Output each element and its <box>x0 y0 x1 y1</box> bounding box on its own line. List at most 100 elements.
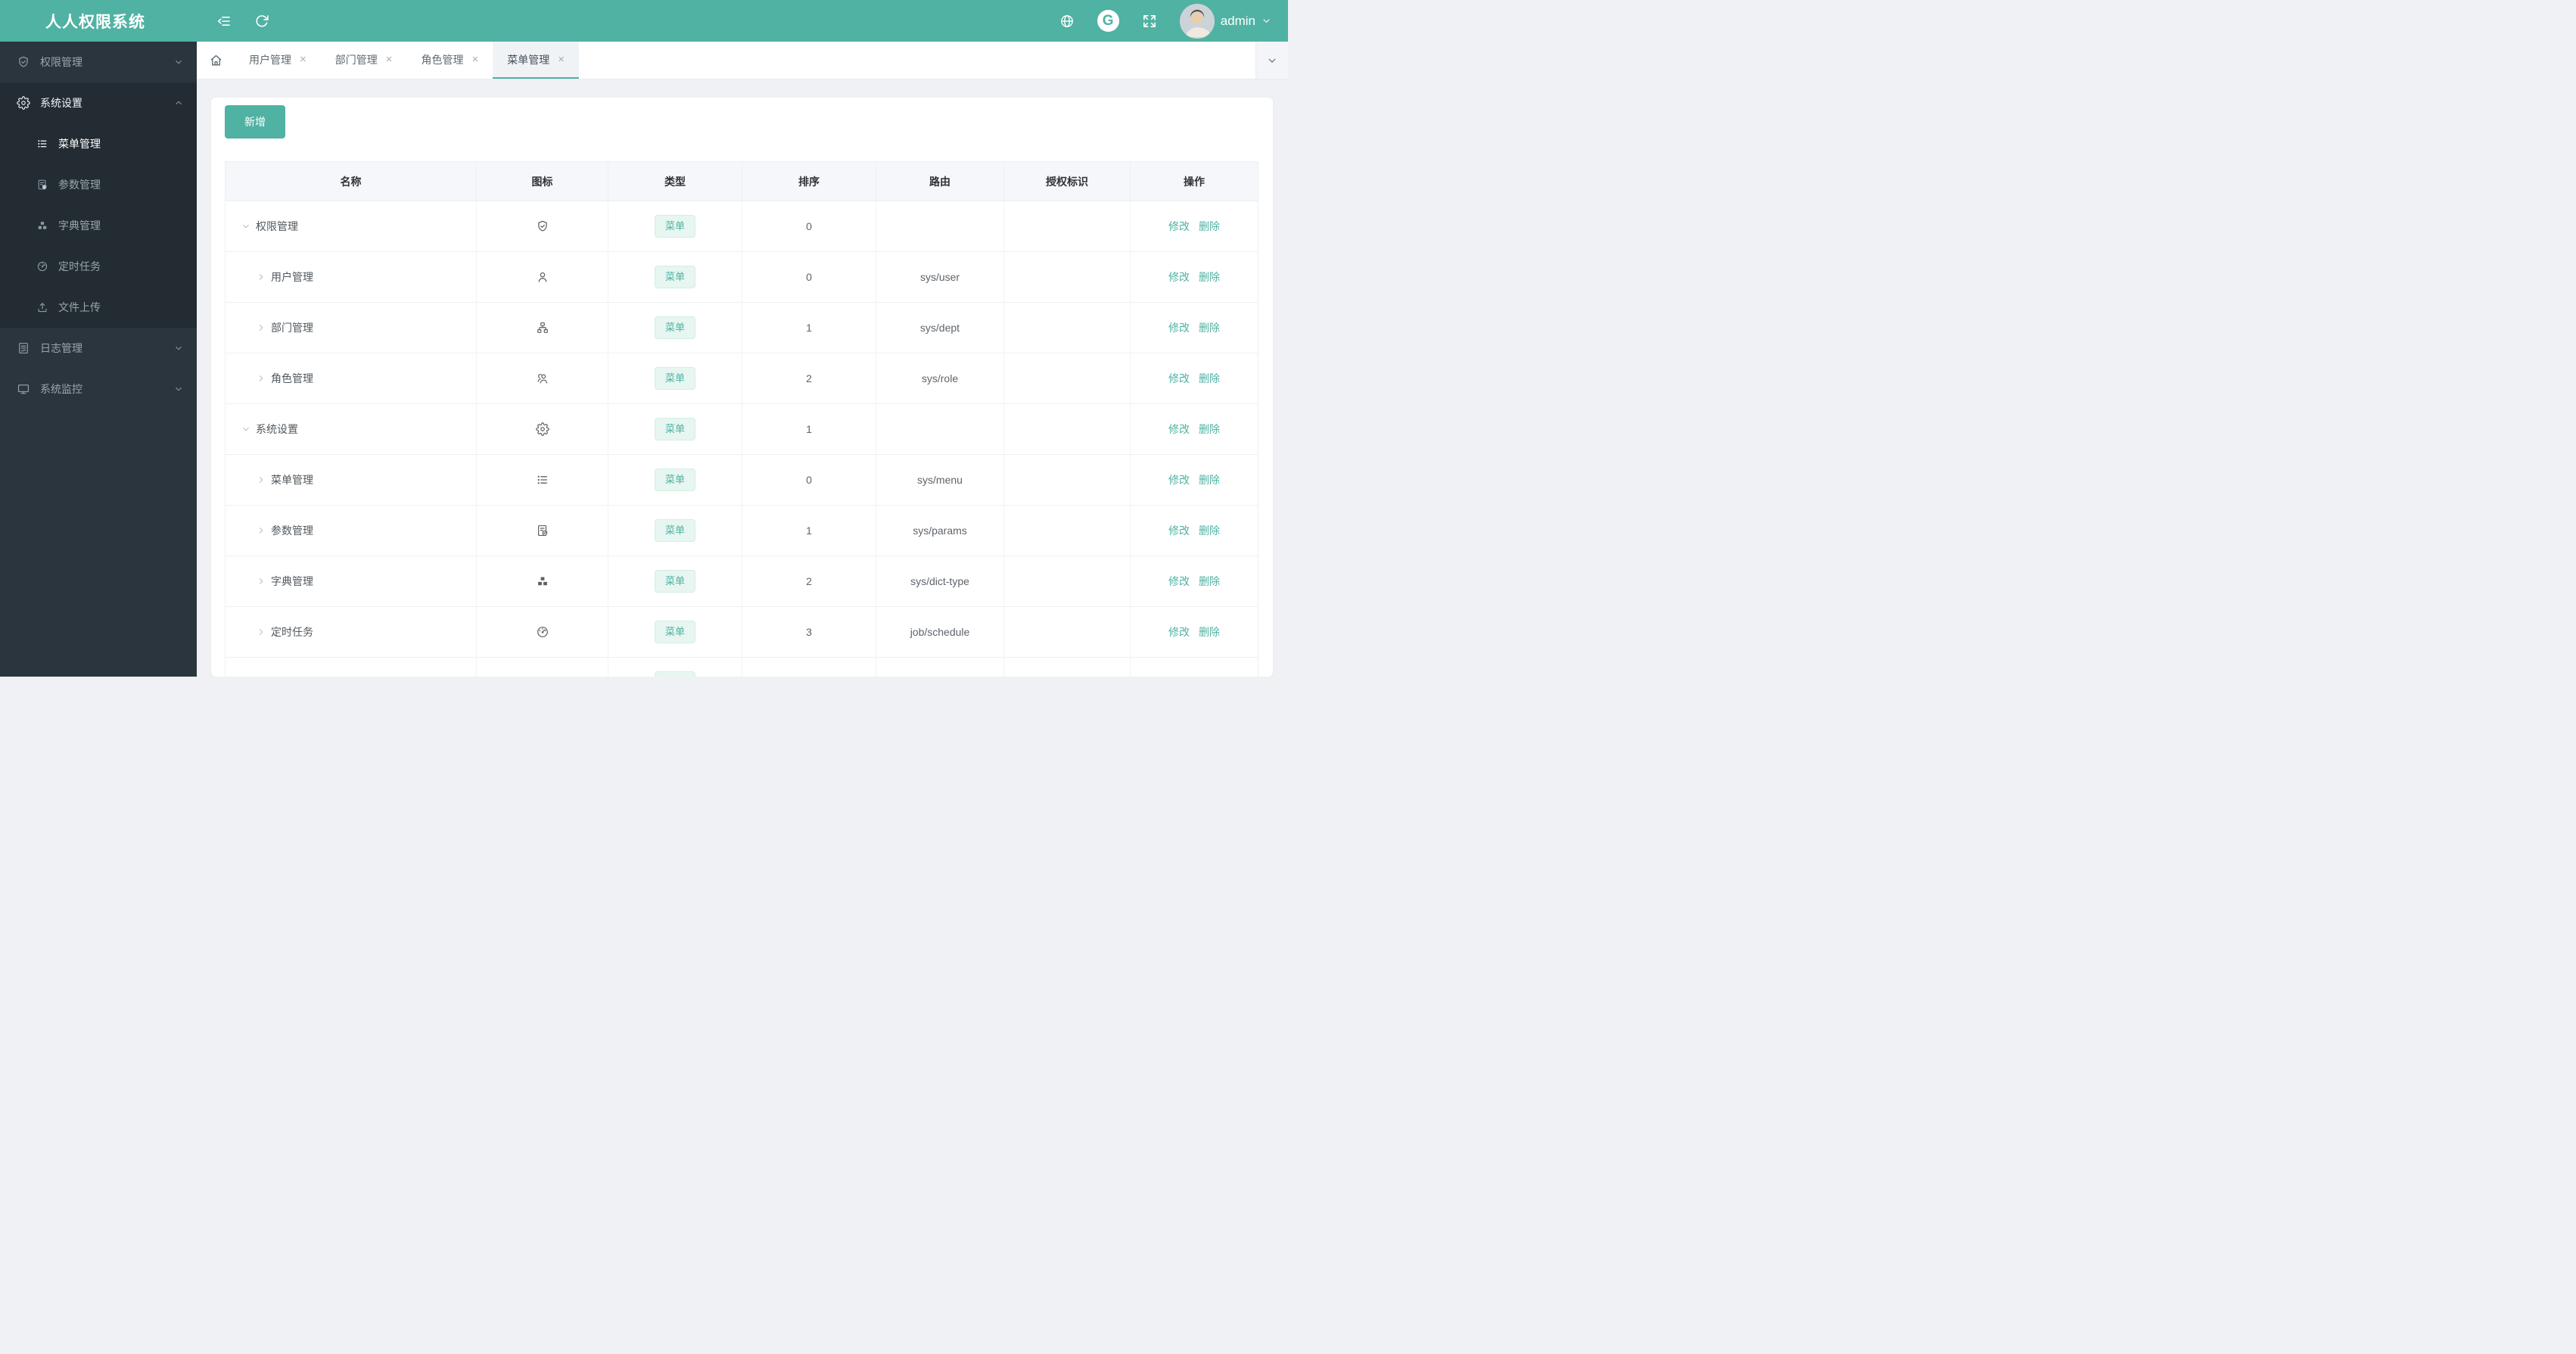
user-menu[interactable]: admin <box>1179 3 1271 39</box>
tab-home[interactable] <box>197 42 235 79</box>
tree-toggle-icon[interactable] <box>257 526 266 535</box>
edit-link[interactable]: 修改 <box>1168 423 1190 435</box>
add-button[interactable]: 新增 <box>225 105 285 139</box>
menu-name-cell: 字典管理 <box>225 556 477 607</box>
close-icon[interactable]: × <box>300 54 306 65</box>
sort-value: 1 <box>742 505 876 556</box>
top-header: 人人权限系统 G admin <box>0 0 1288 42</box>
upload-icon <box>36 301 48 313</box>
fullscreen-button[interactable] <box>1139 11 1160 32</box>
tab-label: 角色管理 <box>421 53 464 66</box>
column-header-perm: 授权标识 <box>1003 161 1131 201</box>
edit-link[interactable]: 修改 <box>1168 575 1190 587</box>
gitee-link[interactable]: G <box>1097 10 1119 32</box>
tree-toggle-icon[interactable] <box>257 475 266 484</box>
table-row: 字典管理 菜单 2 sys/dict-type 修改 删除 <box>225 556 1258 607</box>
sidebar-item-system-monitor[interactable]: 系统监控 <box>0 369 197 409</box>
tree-toggle-icon[interactable] <box>257 272 266 282</box>
sidebar-item-params-management[interactable]: 参数管理 <box>0 164 197 205</box>
sidebar-item-log-management[interactable]: 日志管理 <box>0 328 197 369</box>
tab-user-management[interactable]: 用户管理 × <box>235 42 321 79</box>
edit-link[interactable]: 修改 <box>1168 626 1190 638</box>
delete-link[interactable]: 删除 <box>1199 474 1220 486</box>
tab-role-management[interactable]: 角色管理 × <box>407 42 493 79</box>
type-badge: 菜单 <box>654 620 695 644</box>
delete-link[interactable]: 删除 <box>1199 626 1220 638</box>
actions-cell: 修改删除 <box>1130 606 1258 658</box>
menu-name: 角色管理 <box>271 372 313 384</box>
tab-menu-management[interactable]: 菜单管理 × <box>493 42 580 79</box>
sidebar-item-label: 文件上传 <box>58 301 101 313</box>
delete-link[interactable]: 删除 <box>1199 575 1220 587</box>
delete-link[interactable]: 删除 <box>1199 220 1220 232</box>
tree-toggle-icon[interactable] <box>257 577 266 586</box>
app-root: 人人权限系统 G admin 权限管理 系统设置 菜单管理 参数管理 字典管理 … <box>0 0 1288 677</box>
delete-link[interactable]: 删除 <box>1199 372 1220 384</box>
sidebar-item-label: 参数管理 <box>58 179 101 191</box>
sort-value: 0 <box>742 454 876 506</box>
tree-toggle-icon[interactable] <box>257 323 266 332</box>
edit-link[interactable]: 修改 <box>1168 271 1190 283</box>
column-header-sort: 排序 <box>742 161 876 201</box>
close-icon[interactable]: × <box>386 54 393 65</box>
sidebar-item-system-settings[interactable]: 系统设置 <box>0 82 197 123</box>
route-value: sys/role <box>876 353 1004 404</box>
tree-toggle-icon[interactable] <box>241 425 250 434</box>
menu-name-cell: 用户管理 <box>225 251 477 303</box>
tab-options-dropdown[interactable] <box>1255 42 1288 79</box>
delete-link[interactable]: 删除 <box>1199 423 1220 435</box>
column-header-type: 类型 <box>608 161 742 201</box>
sidebar-item-menu-management[interactable]: 菜单管理 <box>0 123 197 164</box>
refresh-button[interactable] <box>251 11 272 32</box>
actions-cell: 修改删除 <box>1130 657 1258 677</box>
edit-link[interactable]: 修改 <box>1168 524 1190 537</box>
menu-icon-cell <box>476 403 608 455</box>
type-badge: 菜单 <box>654 265 695 289</box>
route-value <box>876 201 1004 252</box>
upload-icon <box>536 676 549 677</box>
language-button[interactable] <box>1056 11 1078 32</box>
sidebar-item-permission-management[interactable]: 权限管理 <box>0 42 197 82</box>
menu-icon-cell <box>476 353 608 404</box>
close-icon[interactable]: × <box>558 54 565 65</box>
column-header-actions: 操作 <box>1130 161 1258 201</box>
tree-toggle-icon[interactable] <box>241 222 250 231</box>
column-header-route: 路由 <box>876 161 1004 201</box>
edit-link[interactable]: 修改 <box>1168 220 1190 232</box>
sidebar-item-scheduled-tasks[interactable]: 定时任务 <box>0 246 197 287</box>
actions-cell: 修改删除 <box>1130 302 1258 353</box>
menu-name-cell: 菜单管理 <box>225 454 477 506</box>
sidebar-item-label: 定时任务 <box>58 260 101 272</box>
menu-icon-cell <box>476 505 608 556</box>
sidebar-item-dict-management[interactable]: 字典管理 <box>0 205 197 246</box>
menu-type-cell: 菜单 <box>608 353 742 404</box>
sidebar-item-file-upload[interactable]: 文件上传 <box>0 287 197 328</box>
delete-link[interactable]: 删除 <box>1199 322 1220 334</box>
tab-dept-management[interactable]: 部门管理 × <box>321 42 407 79</box>
delete-link[interactable]: 删除 <box>1199 524 1220 537</box>
actions-cell: 修改删除 <box>1130 251 1258 303</box>
route-value: sys/menu <box>876 454 1004 506</box>
menu-fold-button[interactable] <box>213 11 235 32</box>
edit-link[interactable]: 修改 <box>1168 322 1190 334</box>
edit-link[interactable]: 修改 <box>1168 474 1190 486</box>
sidebar-item-label: 字典管理 <box>58 219 101 232</box>
avatar[interactable] <box>1179 3 1215 39</box>
tree-toggle-icon[interactable] <box>257 627 266 637</box>
menu-type-cell: 菜单 <box>608 403 742 455</box>
close-icon[interactable]: × <box>472 54 479 65</box>
table-row: 部门管理 菜单 1 sys/dept 修改 删除 <box>225 302 1258 353</box>
menu-type-cell: 菜单 <box>608 505 742 556</box>
shield-check-icon <box>17 55 30 69</box>
sort-value: 0 <box>742 201 876 252</box>
role-icon <box>536 372 549 385</box>
table-row: 用户管理 菜单 0 sys/user 修改 删除 <box>225 251 1258 303</box>
tree-toggle-icon[interactable] <box>257 374 266 383</box>
delete-link[interactable]: 删除 <box>1199 271 1220 283</box>
menu-name: 菜单管理 <box>271 474 313 486</box>
edit-link[interactable]: 修改 <box>1168 372 1190 384</box>
route-value <box>876 403 1004 455</box>
user-icon <box>536 270 549 284</box>
sidebar-group-system-settings: 系统设置 菜单管理 参数管理 字典管理 定时任务 文件上传 <box>0 82 197 328</box>
menu-icon-cell <box>476 201 608 252</box>
